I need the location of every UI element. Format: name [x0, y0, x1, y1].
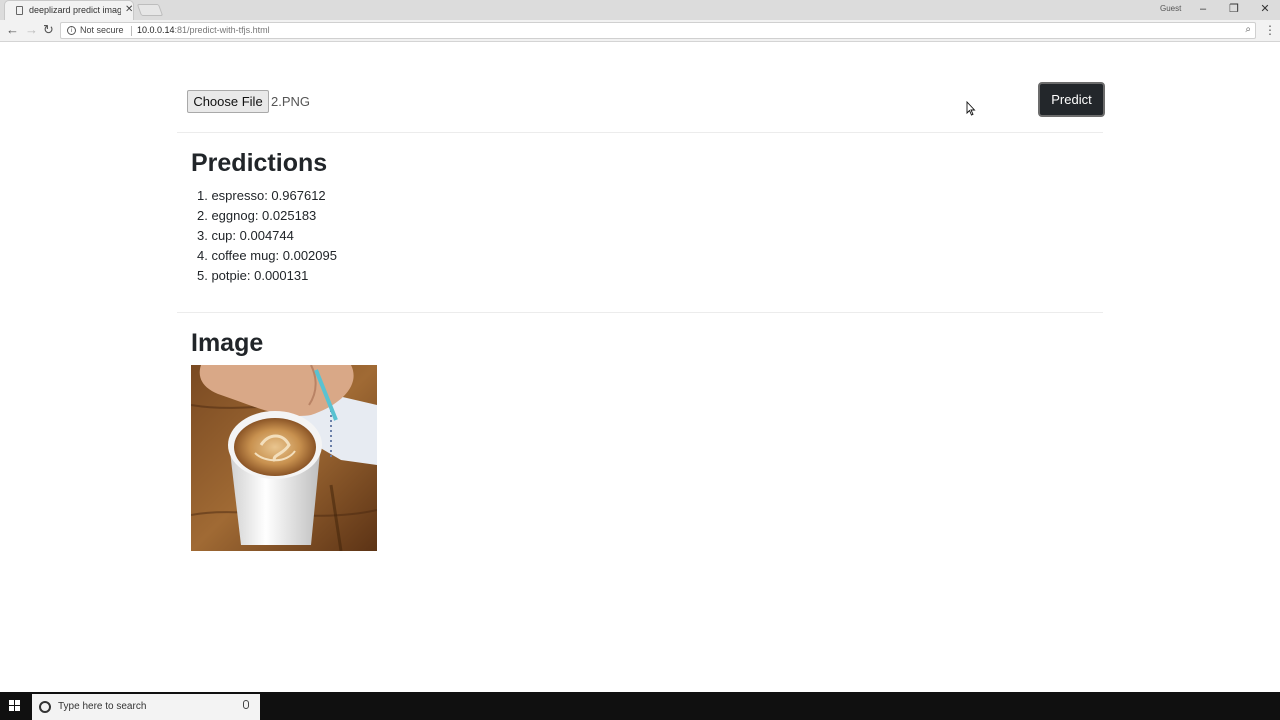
zoom-icon[interactable]: ⌕ [1245, 24, 1251, 35]
prediction-item: 3. cup: 0.004744 [197, 228, 294, 243]
search-placeholder: Type here to search [58, 701, 147, 712]
url-text: 10.0.0.14:81/predict-with-tfjs.html [137, 25, 270, 35]
windows-start-icon[interactable] [9, 700, 21, 712]
divider [177, 132, 1103, 133]
prediction-item: 2. eggnog: 0.025183 [197, 208, 317, 223]
browser-toolbar: ← → ↻ i Not secure 10.0.0.14:81/predict-… [0, 20, 1280, 42]
mouse-cursor-icon [966, 101, 976, 116]
tab-title: deeplizard predict image [29, 5, 121, 15]
url-path: :81/predict-with-tfjs.html [174, 25, 270, 35]
security-label: Not secure [80, 25, 124, 35]
back-arrow-icon[interactable]: ← [6, 23, 19, 37]
restore-icon[interactable]: ❐ [1226, 2, 1242, 16]
prediction-item: 4. coffee mug: 0.002095 [197, 248, 337, 263]
cortana-icon [39, 701, 51, 713]
predictions-list: 1. espresso: 0.967612 2. eggnog: 0.02518… [197, 186, 337, 286]
info-icon[interactable]: i [67, 26, 76, 35]
url-separator [131, 26, 132, 36]
address-bar[interactable]: i Not secure 10.0.0.14:81/predict-with-t… [60, 22, 1256, 39]
prediction-item: 5. potpie: 0.000131 [197, 268, 309, 283]
page-content: Choose File 2.PNG Predict Predictions 1.… [0, 43, 1280, 692]
profile-label[interactable]: Guest [1160, 4, 1181, 13]
close-window-icon[interactable]: ✕ [1257, 2, 1273, 16]
new-tab-button[interactable] [136, 4, 164, 16]
forward-arrow-icon[interactable]: → [25, 23, 38, 37]
url-host: 10.0.0.14 [137, 25, 175, 35]
choose-file-button[interactable]: Choose File [187, 90, 269, 113]
uploaded-image [191, 365, 377, 551]
taskbar-search-box[interactable]: Type here to search [32, 694, 260, 720]
taskbar: Type here to search [0, 692, 1280, 720]
divider [177, 312, 1103, 313]
prediction-item: 1. espresso: 0.967612 [197, 188, 326, 203]
predictions-heading: Predictions [191, 149, 328, 177]
browser-tab[interactable]: deeplizard predict image ✕ [4, 0, 134, 20]
browser-tab-strip: deeplizard predict image ✕ Guest – ❐ ✕ [0, 0, 1280, 20]
browser-menu-icon[interactable]: ⋮ [1264, 23, 1276, 37]
page-icon [16, 6, 23, 15]
reload-icon[interactable]: ↻ [43, 23, 54, 37]
minimize-icon[interactable]: – [1195, 2, 1211, 16]
image-heading: Image [191, 329, 264, 357]
selected-file-name: 2.PNG [271, 94, 311, 109]
close-tab-icon[interactable]: ✕ [125, 4, 133, 16]
predict-button[interactable]: Predict [1038, 82, 1105, 117]
microphone-icon[interactable] [243, 700, 249, 709]
